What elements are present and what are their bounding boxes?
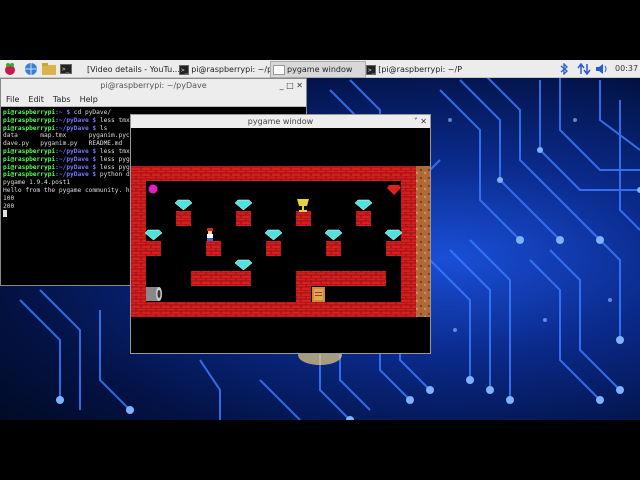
task-terminal-pi[interactable]: >_ [pi@raspberrypi: ~/Pi... xyxy=(363,61,463,78)
terminal-path: :~/pyDave $ xyxy=(55,155,97,163)
terminal-command: python d xyxy=(96,171,130,179)
window-controls: ˅ ✕ xyxy=(414,115,427,128)
terminal-path: :~/pyDave $ xyxy=(55,171,97,179)
terminal-command: less tmx xyxy=(96,116,130,124)
minimize-button[interactable]: _ xyxy=(280,81,284,90)
terminal-output-text: 100 xyxy=(3,194,15,202)
pygame-titlebar[interactable]: pygame window ˅ ✕ xyxy=(131,115,430,128)
file-manager-icon[interactable] xyxy=(42,61,56,76)
terminal-prompt: pi@raspberrypi xyxy=(3,109,56,116)
terminal-menubar: File Edit Tabs Help xyxy=(1,92,306,107)
text-cursor xyxy=(3,210,7,218)
terminal-prompt: pi@raspberrypi xyxy=(3,124,56,132)
purple-orb-icon xyxy=(148,184,158,194)
task-pygame-window[interactable]: pygame window xyxy=(270,61,366,78)
terminal-path: :~/pyDave $ xyxy=(55,116,97,124)
trophy-icon xyxy=(297,199,309,212)
level-walls xyxy=(131,166,430,317)
terminal-icon[interactable]: >_ xyxy=(60,61,74,76)
terminal-icon: >_ xyxy=(366,64,377,75)
terminal-path: :~/pyDave $ xyxy=(55,163,97,171)
terminal-output-text: data map.tmx pyganim.pyc xyxy=(3,132,130,140)
warp-tube-icon xyxy=(146,287,162,301)
terminal-prompt: pi@raspberrypi xyxy=(3,171,56,179)
terminal-path: :~ $ xyxy=(55,109,71,116)
red-gem-icon xyxy=(387,185,401,195)
terminal-icon: >_ xyxy=(179,64,190,75)
menu-file[interactable]: File xyxy=(6,95,19,104)
terminal-output-text: 200 xyxy=(3,202,15,210)
terminal-output-text: Hello from the pygame community. h xyxy=(3,186,130,194)
volume-icon[interactable] xyxy=(595,61,608,76)
bluetooth-icon[interactable] xyxy=(560,61,568,76)
terminal-path: :~/pyDave $ xyxy=(55,147,97,155)
raspberry-menu-icon[interactable] xyxy=(3,61,17,76)
player-dave-icon xyxy=(207,228,213,241)
terminal-command: less pyg xyxy=(96,163,130,171)
terminal-command: less tmx xyxy=(96,147,130,155)
window-controls: _ □ ✕ xyxy=(280,79,303,92)
terminal-output-text: dave.py pyganim.py README.md xyxy=(3,140,123,148)
maximize-button[interactable]: □ xyxy=(286,81,294,90)
terminal-prompt: pi@raspberrypi xyxy=(3,155,56,163)
terminal-output-text: pygame 1.9.4.post1 xyxy=(3,179,71,187)
clock[interactable]: 00:37 xyxy=(615,61,638,76)
menu-help[interactable]: Help xyxy=(80,95,98,104)
terminal-title: pi@raspberrypi: ~/pyDave xyxy=(100,81,207,90)
terminal-path: :~/pyDave $ xyxy=(55,124,97,132)
game-canvas[interactable] xyxy=(131,128,430,353)
letterbox-bottom xyxy=(0,420,640,480)
terminal-prompt: pi@raspberrypi xyxy=(3,163,56,171)
exit-door-icon xyxy=(312,287,325,302)
close-button[interactable]: ✕ xyxy=(420,117,427,126)
diamond-icon xyxy=(144,199,403,271)
chevron-down-icon[interactable]: ˅ xyxy=(414,117,418,126)
letterbox-top xyxy=(0,0,640,60)
browser-globe-icon[interactable] xyxy=(24,61,38,76)
task-video-details[interactable]: [Video details - YouTu... xyxy=(82,61,180,78)
pygame-window[interactable]: pygame window ˅ ✕ xyxy=(130,114,431,354)
terminal-command: less pyg xyxy=(96,155,130,163)
menu-edit[interactable]: Edit xyxy=(28,95,44,104)
terminal-prompt: pi@raspberrypi xyxy=(3,116,56,124)
terminal-command: cd pyDave/ xyxy=(70,109,112,116)
terminal-command: ls xyxy=(96,124,108,132)
network-arrows-icon[interactable] xyxy=(577,61,591,76)
task-terminal-pydave[interactable]: >_ pi@raspberrypi: ~/py... xyxy=(176,61,274,78)
close-button[interactable]: ✕ xyxy=(296,81,303,90)
taskbar: >_ [Video details - YouTu... >_ pi@raspb… xyxy=(0,60,640,78)
pygame-title: pygame window xyxy=(247,117,314,126)
terminal-prompt: pi@raspberrypi xyxy=(3,147,56,155)
window-icon xyxy=(273,64,285,75)
menu-tabs[interactable]: Tabs xyxy=(53,95,71,104)
terminal-titlebar[interactable]: pi@raspberrypi: ~/pyDave _ □ ✕ xyxy=(1,79,306,92)
